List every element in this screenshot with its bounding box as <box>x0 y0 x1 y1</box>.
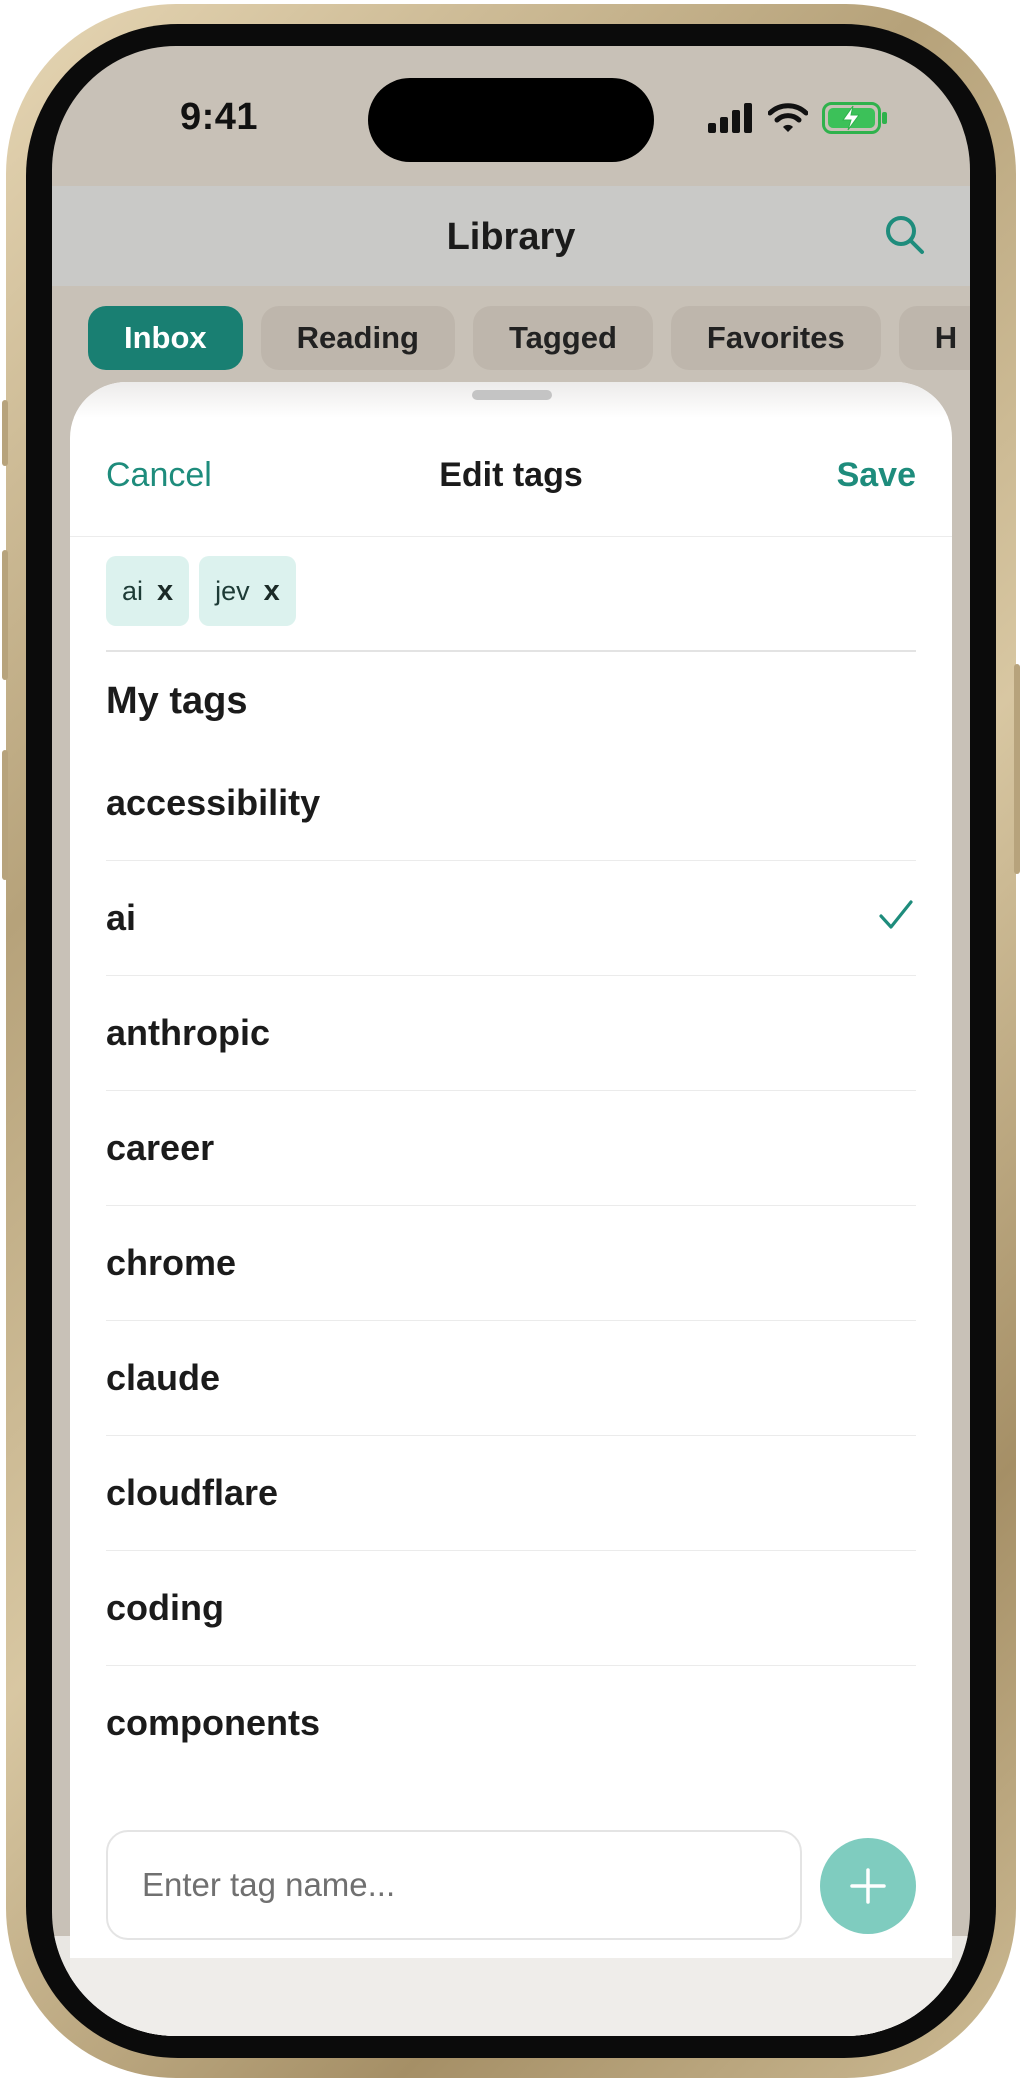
action-button <box>2 400 8 466</box>
list-item[interactable]: chrome <box>106 1206 916 1321</box>
remove-tag-button[interactable]: x <box>157 575 173 608</box>
edit-tags-sheet: Cancel Edit tags Save ai x jev x My tags… <box>70 382 952 2036</box>
page-title: Library <box>446 216 576 258</box>
tab-favorites[interactable]: Favorites <box>670 306 881 370</box>
list-item[interactable]: accessibility <box>106 746 916 861</box>
volume-down-button <box>2 750 8 880</box>
tag-name-input[interactable] <box>106 1830 802 1940</box>
remove-tag-button[interactable]: x <box>264 575 280 608</box>
status-bar: 9:41 <box>52 46 970 186</box>
selected-tags: ai x jev x <box>106 556 296 626</box>
tab-inbox[interactable]: Inbox <box>88 306 243 370</box>
tab-history[interactable]: H <box>898 306 970 370</box>
list-item[interactable]: anthropic <box>106 976 916 1091</box>
selected-tag-pill[interactable]: ai x <box>106 556 190 626</box>
sheet-title: Edit tags <box>439 456 583 494</box>
volume-up-button <box>2 550 8 680</box>
section-title: My tags <box>106 680 248 722</box>
plus-icon <box>850 1868 886 1904</box>
sheet-top-edge <box>70 382 952 418</box>
tag-label: anthropic <box>106 1012 271 1053</box>
filter-tabs: Inbox Reading Tagged Favorites H <box>88 306 970 370</box>
list-item[interactable]: components <box>106 1666 916 1780</box>
selected-tag-pill[interactable]: jev x <box>199 556 296 626</box>
tag-label: chrome <box>106 1242 237 1283</box>
list-item[interactable]: career <box>106 1091 916 1206</box>
divider <box>106 650 916 652</box>
tag-label: ai <box>106 897 137 938</box>
dynamic-island <box>368 78 654 162</box>
save-button[interactable]: Save <box>837 456 916 495</box>
sheet-bottom-area <box>70 1958 952 2036</box>
cellular-signal-icon <box>708 103 752 133</box>
status-icons <box>708 102 888 134</box>
search-icon[interactable] <box>882 212 926 256</box>
list-item[interactable]: coding <box>106 1551 916 1666</box>
tag-label: claude <box>106 1357 221 1398</box>
list-item[interactable]: ai <box>106 861 916 976</box>
tag-list: accessibility ai anthropic career chrome… <box>106 746 916 1780</box>
tag-label: cloudflare <box>106 1472 279 1513</box>
sheet-grabber[interactable] <box>472 390 552 400</box>
screen: 9:41 Library Inbox Reading Tagged Favori… <box>52 46 970 2036</box>
sheet-header: Cancel Edit tags Save <box>70 418 952 537</box>
tab-reading[interactable]: Reading <box>260 306 455 370</box>
nav-bar: Library <box>52 186 970 286</box>
tag-label: coding <box>106 1587 224 1628</box>
list-item[interactable]: cloudflare <box>106 1436 916 1551</box>
selected-tag-label: jev <box>215 575 250 606</box>
tag-label: components <box>106 1702 321 1743</box>
tag-label: accessibility <box>106 782 321 823</box>
wifi-icon <box>768 103 808 132</box>
new-tag-row <box>106 1830 916 1944</box>
status-time: 9:41 <box>180 96 259 138</box>
checkmark-icon <box>879 900 913 929</box>
power-button <box>1014 664 1020 874</box>
selected-tag-label: ai <box>122 575 144 606</box>
battery-charging-icon <box>822 102 887 134</box>
tab-tagged[interactable]: Tagged <box>472 306 653 370</box>
tag-label: career <box>106 1127 215 1168</box>
add-tag-button[interactable] <box>820 1838 916 1934</box>
list-item[interactable]: claude <box>106 1321 916 1436</box>
